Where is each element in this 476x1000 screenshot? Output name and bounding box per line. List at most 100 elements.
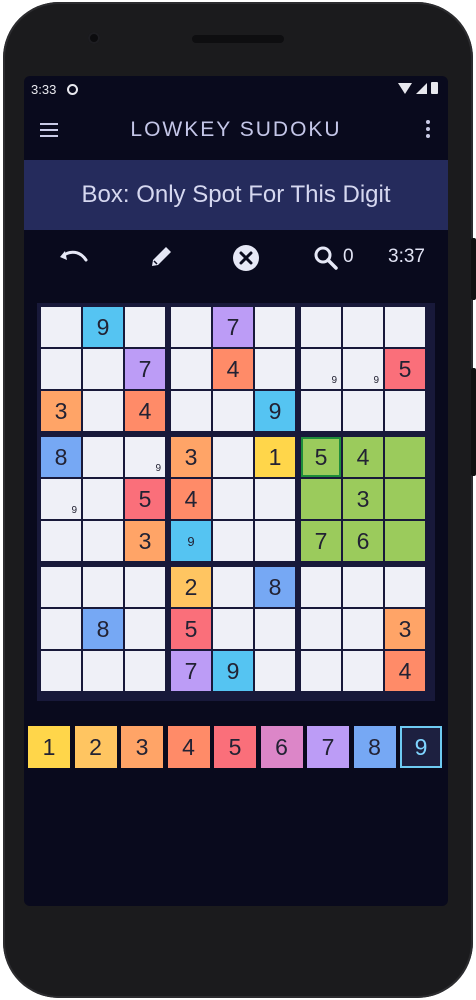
board-cell[interactable] (301, 609, 341, 649)
board-cell[interactable] (83, 391, 123, 431)
board-cell[interactable]: 3 (41, 391, 81, 431)
board-cell[interactable] (41, 609, 81, 649)
board-cell[interactable]: 5 (385, 349, 425, 389)
board-cell[interactable] (213, 391, 253, 431)
board-cell[interactable] (343, 307, 383, 347)
hint-search-icon[interactable] (306, 240, 346, 276)
board-cell[interactable] (171, 307, 211, 347)
board-cell[interactable] (301, 651, 341, 691)
digit-button-3[interactable]: 3 (121, 726, 163, 768)
digit-button-2[interactable]: 2 (74, 726, 117, 768)
board-cell[interactable]: 3 (171, 437, 211, 477)
board-cell[interactable] (41, 349, 81, 389)
status-icons (398, 82, 438, 94)
digit-button-5[interactable]: 5 (214, 726, 256, 768)
board-cell[interactable] (83, 437, 123, 477)
board-cell[interactable] (385, 307, 425, 347)
board-cell[interactable]: 3 (343, 479, 383, 519)
board-cell[interactable] (213, 437, 253, 477)
board-cell[interactable] (301, 391, 341, 431)
board-cell[interactable] (83, 651, 123, 691)
board-cell[interactable]: 4 (343, 437, 383, 477)
board-cell[interactable] (83, 479, 123, 519)
board-cell[interactable]: 2 (171, 567, 211, 607)
board-cell[interactable] (41, 307, 81, 347)
board-cell[interactable] (255, 521, 295, 561)
digit-button-7[interactable]: 7 (307, 726, 349, 768)
board-cell[interactable]: 9 (171, 521, 211, 561)
board-cell[interactable]: 9 (213, 651, 253, 691)
board-cell[interactable]: 7 (171, 651, 211, 691)
board-cell[interactable]: 9 (343, 349, 383, 389)
pencil-notes-icon[interactable] (140, 240, 180, 276)
board-cell[interactable]: 8 (41, 437, 81, 477)
board-cell[interactable]: 1 (255, 437, 295, 477)
board-cell[interactable] (385, 567, 425, 607)
board-cell[interactable]: 8 (83, 609, 123, 649)
digit-button-4[interactable]: 4 (167, 726, 210, 768)
board-cell[interactable]: 7 (301, 521, 341, 561)
board-cell[interactable] (125, 307, 165, 347)
board-cell[interactable] (125, 567, 165, 607)
board-cell[interactable] (41, 567, 81, 607)
hint-banner[interactable]: Box: Only Spot For This Digit (24, 160, 448, 230)
board-cell[interactable] (301, 567, 341, 607)
digit-button-1[interactable]: 1 (28, 726, 70, 768)
board-cell[interactable] (255, 651, 295, 691)
undo-icon[interactable] (54, 240, 94, 276)
board-cell[interactable]: 4 (171, 479, 211, 519)
board-cell[interactable] (83, 521, 123, 561)
board-cell[interactable]: 5 (301, 437, 341, 477)
erase-icon[interactable] (226, 240, 266, 276)
board-cell[interactable] (125, 609, 165, 649)
board-cell[interactable]: 3 (385, 609, 425, 649)
more-options-icon[interactable] (426, 120, 430, 138)
board-cell[interactable]: 7 (125, 349, 165, 389)
board-cell[interactable] (385, 479, 425, 519)
board-cell[interactable]: 9 (83, 307, 123, 347)
board-cell[interactable] (125, 651, 165, 691)
board-cell[interactable]: 4 (385, 651, 425, 691)
board-cell[interactable] (41, 651, 81, 691)
board-cell[interactable] (83, 567, 123, 607)
board-cell[interactable] (255, 349, 295, 389)
board-cell[interactable] (213, 479, 253, 519)
board-cell[interactable]: 9 (301, 349, 341, 389)
board-cell[interactable] (343, 651, 383, 691)
board-cell[interactable] (255, 307, 295, 347)
board-cell[interactable] (213, 609, 253, 649)
board-cell[interactable]: 4 (125, 391, 165, 431)
board-cell[interactable] (171, 391, 211, 431)
board-cell[interactable] (343, 391, 383, 431)
board-cell[interactable] (255, 479, 295, 519)
board-cell[interactable]: 6 (343, 521, 383, 561)
board-cell[interactable]: 9 (125, 437, 165, 477)
board-cell[interactable] (385, 391, 425, 431)
board-cell[interactable]: 9 (255, 391, 295, 431)
board-cell[interactable]: 7 (213, 307, 253, 347)
board-cell[interactable]: 9 (41, 479, 81, 519)
board-cell[interactable] (255, 609, 295, 649)
board-cell[interactable] (385, 521, 425, 561)
digit-button-8[interactable]: 8 (353, 726, 396, 768)
digit-button-9[interactable]: 9 (400, 726, 442, 768)
board-cell[interactable] (213, 521, 253, 561)
board-cell[interactable] (171, 349, 211, 389)
board-cell[interactable] (385, 437, 425, 477)
board-cell[interactable] (41, 521, 81, 561)
digit-button-6[interactable]: 6 (260, 726, 303, 768)
wifi-icon (398, 82, 412, 94)
board-cell[interactable]: 5 (171, 609, 211, 649)
status-bar: 3:33 (24, 76, 448, 102)
board-cell[interactable] (343, 609, 383, 649)
board-cell[interactable] (213, 567, 253, 607)
board-cell[interactable]: 8 (255, 567, 295, 607)
board-cell[interactable] (83, 349, 123, 389)
board-cell[interactable] (301, 307, 341, 347)
board-cell[interactable]: 3 (125, 521, 165, 561)
board-cell[interactable] (343, 567, 383, 607)
board-cell[interactable]: 4 (213, 349, 253, 389)
board-cell[interactable] (301, 479, 341, 519)
cellular-signal-icon (416, 82, 427, 94)
board-cell[interactable]: 5 (125, 479, 165, 519)
